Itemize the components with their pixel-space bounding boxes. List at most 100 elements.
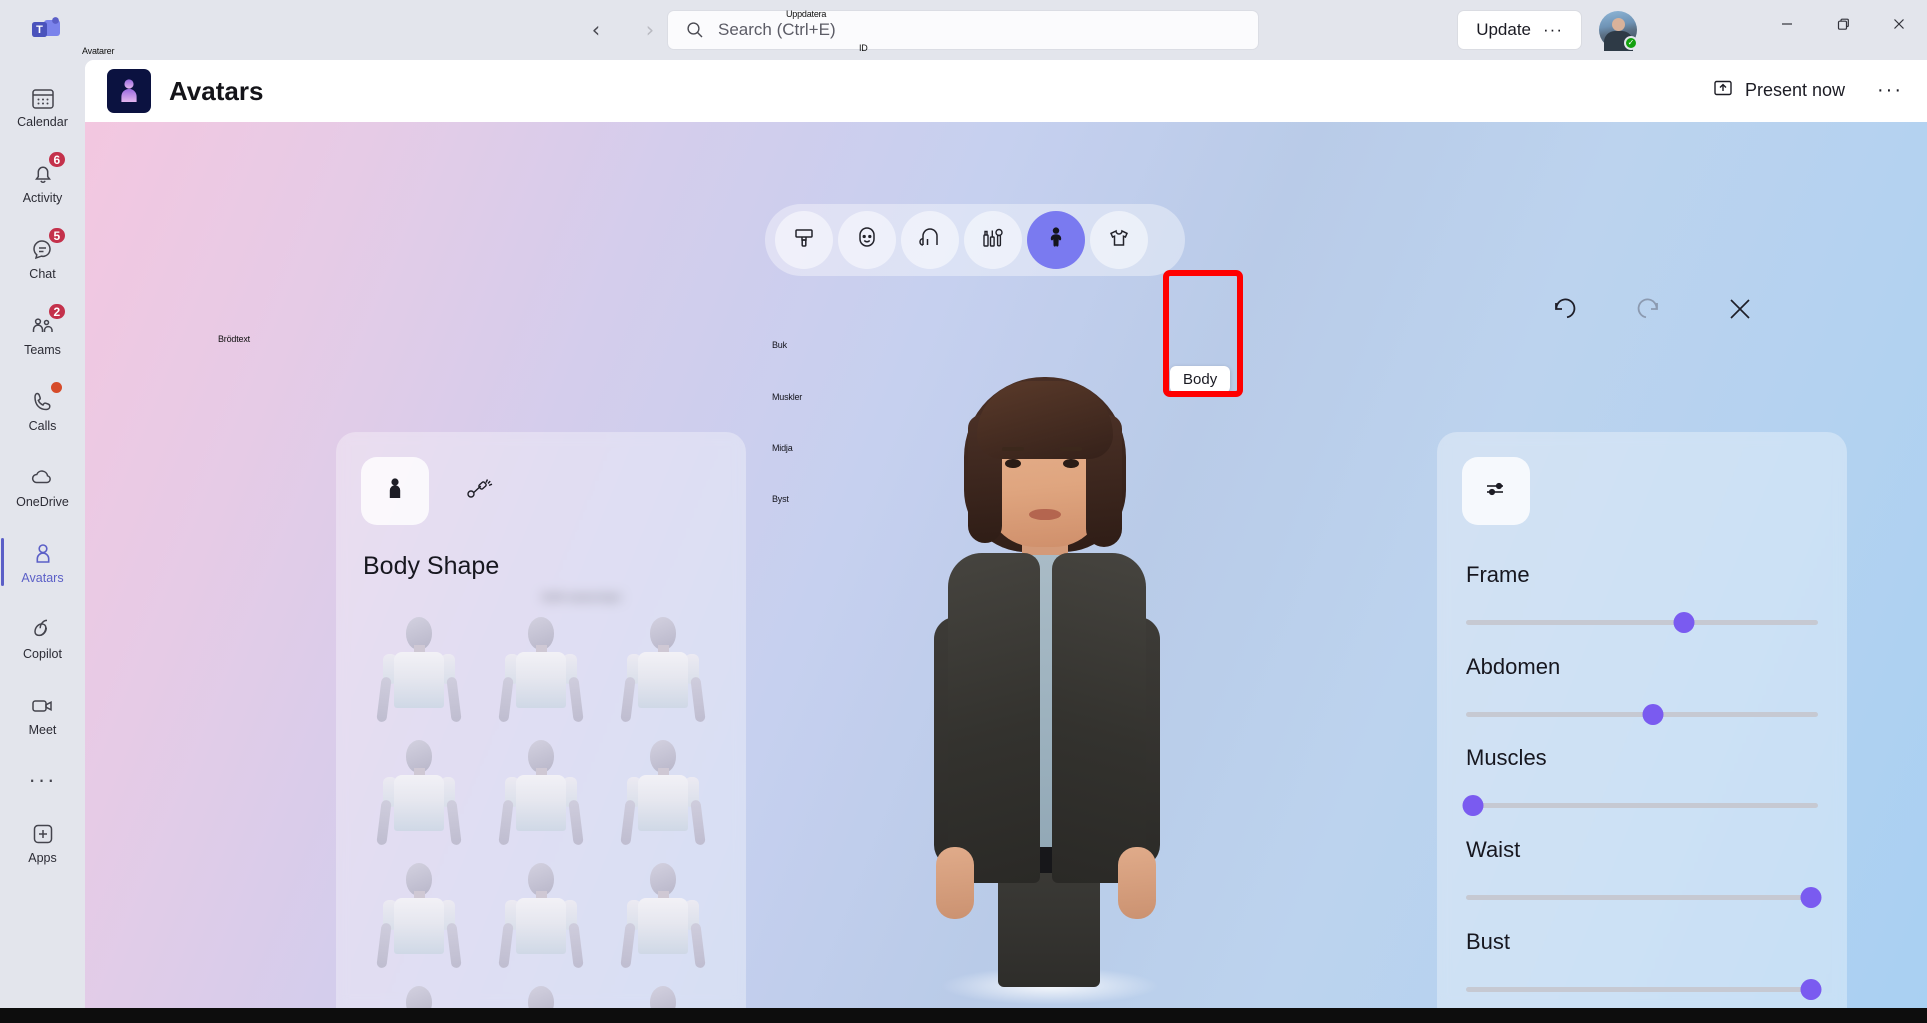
sidebar-item-copilot[interactable]: Copilot — [7, 602, 79, 674]
slider-track[interactable] — [1466, 979, 1822, 1000]
category-body-button[interactable] — [1027, 211, 1085, 269]
sidebar-item-calendar[interactable]: Calendar — [7, 70, 79, 142]
category-style-button[interactable] — [775, 211, 833, 269]
sidebar-item-meet[interactable]: Meet — [7, 678, 79, 750]
sliders-icon — [1483, 477, 1509, 506]
avatar-pants — [998, 867, 1100, 987]
sidebar-item-calls[interactable]: Calls — [7, 374, 79, 446]
body-shape-option[interactable] — [480, 725, 602, 848]
torso-thumbnail — [617, 738, 709, 848]
category-clothing-button[interactable] — [1090, 211, 1148, 269]
avatar-eye-right — [1063, 459, 1079, 468]
category-makeup-button[interactable] — [964, 211, 1022, 269]
slider-track[interactable] — [1466, 612, 1818, 633]
body-shape-option[interactable] — [358, 602, 480, 725]
svg-text:T: T — [36, 24, 43, 36]
slider-waist: Waist — [1466, 837, 1822, 908]
face-icon — [855, 226, 879, 255]
undo-button[interactable] — [1545, 292, 1579, 326]
sidebar-item-teams[interactable]: 2 Teams — [7, 298, 79, 370]
body-shape-option[interactable] — [480, 971, 602, 1008]
body-shape-tab[interactable] — [361, 457, 429, 525]
body-shape-option[interactable] — [480, 848, 602, 971]
slider-track[interactable] — [1462, 795, 1818, 816]
slider-muscles: Muscles — [1462, 745, 1818, 816]
slider-label: Bust — [1466, 929, 1511, 954]
prosthetics-tab[interactable] — [446, 457, 514, 525]
avatar[interactable]: ✓ — [1599, 11, 1638, 51]
badge-count: 5 — [46, 226, 68, 245]
badge-count: 6 — [46, 150, 68, 169]
annotation-muskler: Muskler — [772, 392, 803, 402]
slider-thumb[interactable] — [1462, 795, 1484, 816]
editor-actions — [1545, 292, 1757, 326]
category-toolbar — [765, 204, 1185, 276]
close-button[interactable] — [1871, 0, 1927, 48]
badge-count: 2 — [46, 302, 68, 321]
body-icon — [1043, 225, 1069, 256]
body-shape-option[interactable] — [602, 971, 724, 1008]
title-bar: T Avatarer ‹ › Search (Ctrl+E) Uppdatera… — [0, 0, 1927, 60]
sidebar-item-activity[interactable]: 6 Activity — [7, 146, 79, 218]
back-button[interactable]: ‹ — [578, 12, 614, 48]
body-shape-option[interactable] — [602, 725, 724, 848]
slider-thumb[interactable] — [1800, 979, 1822, 1000]
slider-thumb[interactable] — [1642, 704, 1664, 725]
sidebar-item-label: Chat — [29, 266, 56, 281]
video-icon — [29, 692, 57, 720]
annotation-brodtext: Brödtext — [218, 334, 250, 344]
sidebar-item-chat[interactable]: 5 Chat — [7, 222, 79, 294]
category-face-button[interactable] — [838, 211, 896, 269]
sidebar-item-label: Calendar — [17, 114, 68, 129]
body-shape-option[interactable] — [480, 602, 602, 725]
slider-track[interactable] — [1466, 704, 1818, 725]
slider-label: Abdomen — [1466, 654, 1561, 679]
slider-bust: Bust — [1466, 929, 1822, 1000]
close-editor-button[interactable] — [1723, 292, 1757, 326]
slider-track[interactable] — [1466, 887, 1822, 908]
avatar-preview[interactable] — [880, 367, 1210, 1007]
body-shape-option[interactable] — [358, 725, 480, 848]
body-shape-grid — [358, 602, 724, 1008]
torso-thumbnail — [373, 738, 465, 848]
makeup-icon — [980, 226, 1006, 255]
category-hair-button[interactable] — [901, 211, 959, 269]
sidebar-more-button[interactable]: ··· — [7, 754, 79, 806]
header-more-button[interactable]: ··· — [1877, 79, 1903, 102]
torso-thumbnail — [617, 984, 709, 1008]
body-silhouette-icon — [383, 476, 407, 507]
slider-label: Frame — [1466, 562, 1530, 587]
sliders-tab[interactable] — [1462, 457, 1530, 525]
teams-logo-icon: T — [28, 12, 64, 48]
avatar-lips — [1029, 509, 1061, 520]
forward-button[interactable]: › — [632, 12, 668, 48]
update-button[interactable]: Update ··· — [1458, 11, 1581, 49]
torso-thumbnail — [495, 738, 587, 848]
cloud-icon — [29, 464, 57, 492]
body-shape-option[interactable] — [358, 848, 480, 971]
update-more-icon[interactable]: ··· — [1543, 20, 1563, 40]
slider-thumb[interactable] — [1673, 612, 1695, 633]
redo-button[interactable] — [1634, 292, 1668, 326]
slider-frame: Frame — [1466, 562, 1818, 633]
body-shape-option[interactable] — [602, 602, 724, 725]
copilot-icon — [30, 616, 56, 644]
slider-thumb[interactable] — [1800, 887, 1822, 908]
body-shape-option[interactable] — [358, 971, 480, 1008]
sidebar-item-label: Teams — [24, 342, 61, 357]
slider-label: Muscles — [1466, 745, 1547, 770]
body-shape-option[interactable] — [602, 848, 724, 971]
present-now-button[interactable]: Present now — [1712, 77, 1845, 104]
plus-icon — [30, 820, 56, 848]
window-controls — [1759, 0, 1927, 48]
minimize-button[interactable] — [1759, 0, 1815, 48]
sidebar-item-avatars[interactable]: Avatars — [0, 526, 79, 598]
sidebar-item-label: Meet — [28, 722, 57, 737]
sidebar-item-onedrive[interactable]: OneDrive — [7, 450, 79, 522]
nav-arrows: ‹ › — [578, 12, 668, 48]
search-input[interactable]: Search (Ctrl+E) — [668, 11, 1258, 49]
sidebar-item-label: Activity — [22, 190, 63, 205]
body-sliders-panel: Frame Abdomen Muscles Waist Bust — [1437, 432, 1847, 1008]
sidebar-item-apps[interactable]: Apps — [7, 806, 79, 878]
maximize-button[interactable] — [1815, 0, 1871, 48]
